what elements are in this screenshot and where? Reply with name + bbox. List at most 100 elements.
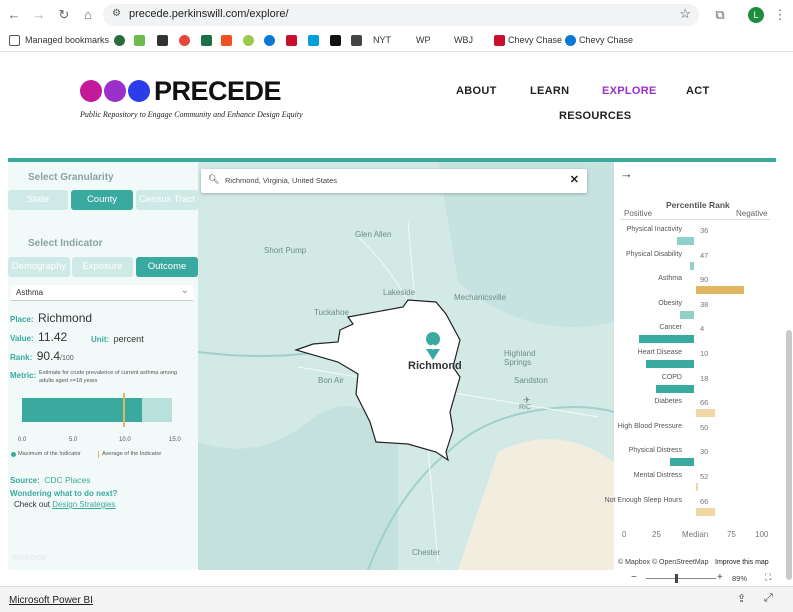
percentile-row-value: 52: [700, 472, 709, 481]
source-link[interactable]: CDC Places: [44, 475, 90, 485]
menu-dots-icon[interactable]: ⋮: [772, 7, 788, 23]
percentile-bar: [670, 458, 694, 467]
bookmark-nyt[interactable]: NYT: [373, 35, 391, 45]
percentile-bar: [690, 261, 694, 270]
bookmark-managed[interactable]: Managed bookmarks: [25, 35, 109, 45]
excel-icon[interactable]: [201, 35, 212, 46]
bookmark-wbj[interactable]: WBJ: [454, 35, 473, 45]
fit-page-icon[interactable]: ⛶: [765, 572, 771, 583]
zoom-slider-track[interactable]: [646, 578, 716, 579]
zoom-slider-thumb[interactable]: [675, 574, 678, 583]
percentile-bar: [679, 310, 694, 319]
map-canvas: [198, 162, 614, 570]
microsoft-icon[interactable]: [221, 35, 232, 46]
indicator-dropdown[interactable]: Asthma ⌄: [11, 285, 193, 301]
map-label-short-pump: Short Pump: [264, 246, 307, 255]
address-bar[interactable]: ⚙ precede.perkinswill.com/explore/ ☆: [103, 4, 699, 26]
bookmark-chevy-chase-1[interactable]: Chevy Chase: [508, 35, 562, 45]
percentile-row-label: Obesity: [658, 299, 682, 307]
nav-act[interactable]: ACT: [686, 85, 710, 97]
bookmark-icon-4[interactable]: [179, 35, 190, 46]
chevron-down-icon: ⌄: [180, 285, 189, 296]
bookmark-icon-12[interactable]: [351, 35, 362, 46]
gauge-tick-15: 15.0: [169, 437, 181, 443]
axis-0: 0: [622, 530, 627, 539]
profile-avatar[interactable]: L: [748, 7, 764, 23]
percentile-row-value: 50: [700, 422, 709, 432]
bookmark-icon-chevy: [494, 35, 505, 46]
bookmark-icon-10[interactable]: [308, 35, 319, 46]
bookmark-icon-9[interactable]: [286, 35, 297, 46]
granularity-state[interactable]: State: [8, 190, 68, 210]
unit-row: Unit: percent: [91, 329, 144, 347]
close-icon[interactable]: ✕: [570, 173, 579, 186]
cloud-icon-2: [565, 35, 576, 46]
bookmark-star-icon[interactable]: ☆: [679, 6, 691, 22]
improve-map-link[interactable]: Improve this map: [715, 559, 769, 566]
bookmark-chevy-chase-2[interactable]: Chevy Chase: [579, 35, 633, 45]
map-search-input[interactable]: Richmond, Virginia, United States: [225, 176, 337, 185]
bookmark-icon-3[interactable]: [157, 35, 168, 46]
indicator-panel: Select Granularity State County Census T…: [8, 162, 198, 570]
logo-circle-purple: [104, 80, 126, 102]
attribution-text[interactable]: © Mapbox © OpenStreetMap: [618, 559, 708, 566]
percentile-row-label: Not Enough Sleep Hours: [604, 496, 682, 504]
axis-75: 75: [727, 530, 736, 539]
logo-circle-blue: [128, 80, 150, 102]
nav-resources[interactable]: RESOURCES: [559, 110, 631, 122]
wondering-text: Wondering what to do next?: [10, 489, 118, 498]
arrow-right-icon[interactable]: →: [620, 166, 633, 181]
site-info-icon[interactable]: ⚙: [112, 8, 121, 19]
url-text: precede.perkinswill.com/explore/: [129, 8, 289, 20]
axis-median: Median: [682, 530, 709, 539]
nav-about[interactable]: ABOUT: [456, 85, 497, 97]
zoom-level: 89%: [732, 574, 748, 583]
bookmark-icon-7[interactable]: [243, 35, 254, 46]
powerbi-footer: Microsoft Power BI ⇪ ⤢: [0, 586, 793, 612]
check-out-row: Check out Design Strategies: [14, 500, 115, 509]
home-icon[interactable]: ⌂: [80, 7, 96, 23]
map-search-box[interactable]: 🔍︎ Richmond, Virginia, United States ✕: [201, 169, 587, 193]
map-view[interactable]: 🔍︎ Richmond, Virginia, United States ✕ G…: [198, 162, 614, 570]
value-number: 11.42: [38, 330, 68, 344]
cloud-icon[interactable]: [264, 35, 275, 46]
back-arrow-icon[interactable]: ←: [6, 7, 22, 23]
granularity-county[interactable]: County: [71, 190, 133, 210]
indicator-demography[interactable]: Demography: [8, 257, 70, 277]
zoom-in-icon[interactable]: +: [717, 572, 723, 583]
legend-max-dot: [11, 452, 16, 457]
bookmark-icon-11[interactable]: [330, 35, 341, 46]
zoom-out-icon[interactable]: −: [631, 572, 637, 583]
logo-wordmark[interactable]: PRECEDE: [154, 76, 282, 107]
bookmark-icon-2[interactable]: [134, 35, 145, 46]
nav-explore[interactable]: EXPLORE: [602, 85, 657, 97]
bookmarks-bar: Managed bookmarks NYT WP WBJ Chevy Chase…: [0, 30, 793, 52]
powerbi-link[interactable]: Microsoft Power BI: [9, 595, 93, 606]
granularity-census-tract[interactable]: Census Tract: [136, 190, 198, 210]
forward-arrow-icon[interactable]: →: [31, 7, 47, 23]
percentile-bar: [646, 360, 694, 368]
percentile-row-value: 66: [700, 398, 709, 408]
bookmark-icon-1[interactable]: [114, 35, 125, 46]
nav-learn[interactable]: LEARN: [530, 85, 569, 97]
axis-25: 25: [652, 530, 661, 539]
map-attribution: © Mapbox © OpenStreetMap Improve this ma…: [614, 557, 776, 570]
fullscreen-icon[interactable]: ⤢: [764, 592, 773, 605]
share-icon[interactable]: ⇪: [737, 592, 746, 605]
percentile-row-label: High Blood Pressure: [617, 422, 682, 430]
logo-circle-magenta: [80, 80, 102, 102]
check-out-text: Check out: [14, 500, 51, 509]
indicator-title: Select Indicator: [28, 238, 103, 249]
rank-row: Rank: 90.4/100: [10, 347, 74, 365]
page-scrollbar[interactable]: [786, 330, 792, 580]
percentile-row-value: 10: [700, 349, 709, 358]
legend-max-text: Maximum of the Indicator: [18, 451, 81, 457]
indicator-exposure[interactable]: Exposure: [72, 257, 133, 277]
map-label-mechanicsville: Mechanicsville: [454, 293, 507, 302]
design-strategies-link[interactable]: Design Strategies: [52, 500, 115, 509]
indicator-outcome[interactable]: Outcome: [136, 257, 198, 277]
reload-icon[interactable]: ↻: [56, 7, 72, 23]
bookmark-wp[interactable]: WP: [416, 35, 431, 45]
mapbox-logo: mapbox: [12, 552, 47, 562]
extensions-icon[interactable]: ⧉: [712, 7, 728, 23]
